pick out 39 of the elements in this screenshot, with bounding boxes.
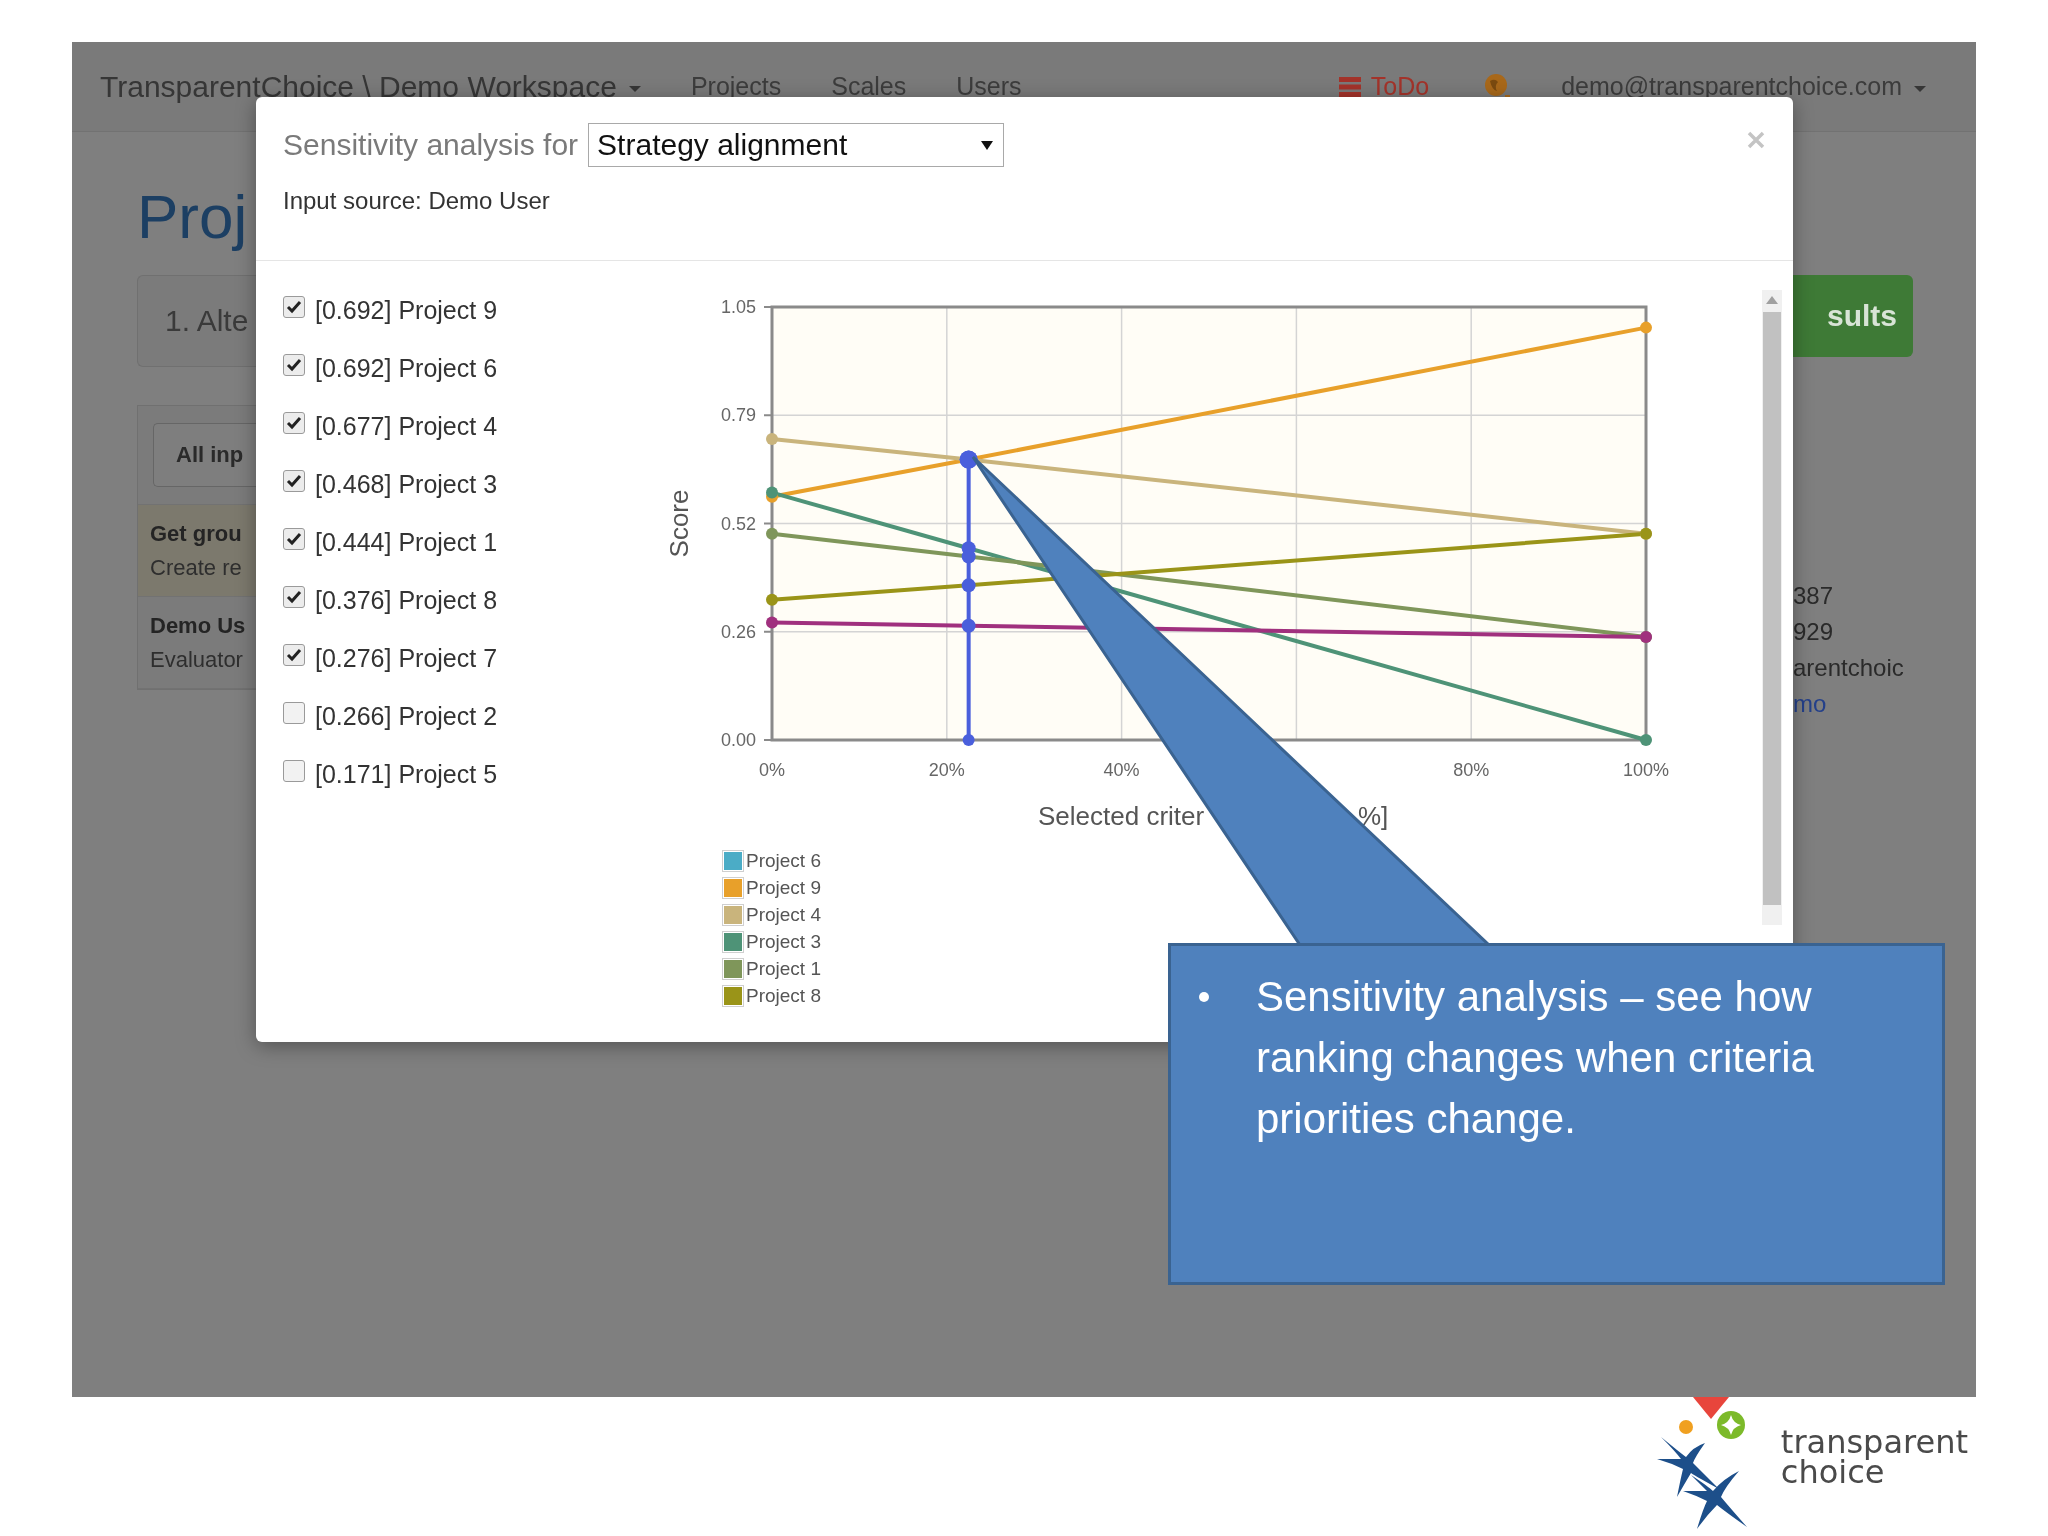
x-tick-label: 20% xyxy=(928,760,965,780)
x-axis-label: %] xyxy=(1358,801,1389,831)
legend-label: Project 4 xyxy=(746,903,821,926)
modal-title: Sensitivity analysis for xyxy=(283,128,579,162)
y-tick-label: 1.05 xyxy=(720,297,756,317)
legend-label: Project 8 xyxy=(746,984,821,1007)
row-subtitle: Create re xyxy=(150,554,243,582)
detail-text: arentchoic xyxy=(1793,653,1904,683)
x-axis-label: Selected criter xyxy=(1038,801,1205,831)
alternative-label: [0.266] Project 2 xyxy=(315,701,498,731)
y-tick-label: 0.00 xyxy=(720,730,756,750)
alternative-label: [0.276] Project 7 xyxy=(315,643,498,673)
x-tick-label: 40% xyxy=(1103,760,1140,780)
row-title: Get grou xyxy=(150,520,243,548)
alternative-label: [0.677] Project 4 xyxy=(315,411,498,441)
legend-label: Project 9 xyxy=(746,876,821,899)
y-tick-label: 0.26 xyxy=(720,621,756,642)
legend-label: Project 1 xyxy=(746,957,821,980)
legend-label: Project 3 xyxy=(746,930,821,953)
y-tick-label: 0.79 xyxy=(720,405,756,426)
alternative-label: [0.692] Project 6 xyxy=(315,353,498,383)
x-tick-label: 80% xyxy=(1453,760,1490,780)
alternative-label: [0.468] Project 3 xyxy=(315,469,498,499)
alternative-label: [0.171] Project 5 xyxy=(315,759,498,789)
row-title: Demo Us xyxy=(150,612,247,640)
x-tick-label: 100% xyxy=(1623,760,1669,780)
x-tick-label: 0% xyxy=(759,760,785,780)
row-subtitle: Evaluator xyxy=(150,646,244,674)
alternative-label: [0.444] Project 1 xyxy=(315,527,498,557)
legend-label: Project 6 xyxy=(746,849,821,872)
input-source: Input source: Demo User xyxy=(283,187,551,215)
page-heading: Proj xyxy=(137,181,249,253)
callout-text: Sensitivity analysis – see how ranking changes when criteria priorities change. xyxy=(1256,972,1815,1144)
alternative-label: [0.376] Project 8 xyxy=(315,585,498,615)
detail-text: 387 xyxy=(1793,581,1835,611)
alternative-label: [0.692] Project 9 xyxy=(315,295,498,325)
y-tick-label: 0.52 xyxy=(720,513,756,534)
detail-text: 929 xyxy=(1793,617,1835,647)
y-axis-label: Score xyxy=(664,489,694,558)
